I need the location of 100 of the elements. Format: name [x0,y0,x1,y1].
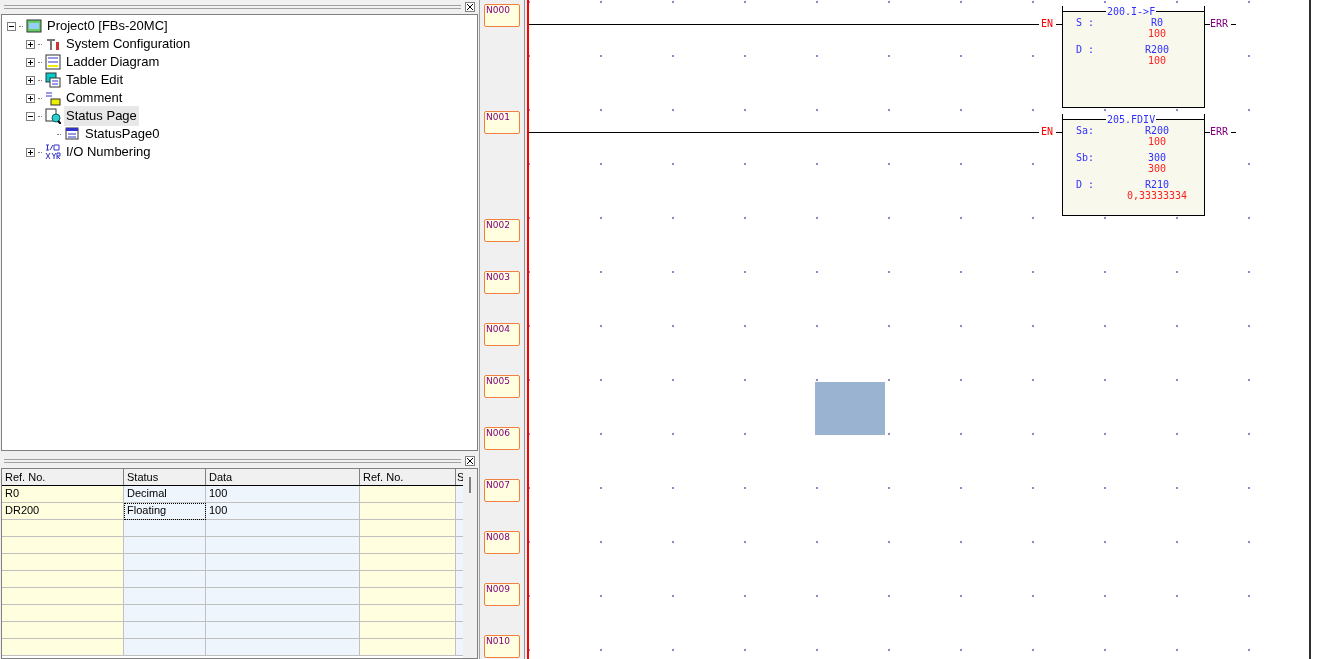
param-value: 0,33333334 [1126,190,1188,201]
table-cell[interactable] [2,520,124,537]
comment-icon [45,90,61,106]
expander-icon[interactable] [26,147,35,157]
network-label[interactable]: N004 [484,323,520,346]
function-block[interactable]: 205.FDIV Sa: R200 100 Sb: 300 300 D : R210 0,33333334 [1062,114,1205,216]
tree-item[interactable]: StatusPage0 [83,124,162,144]
table-cell[interactable] [206,605,360,622]
network-label[interactable]: N010 [484,635,520,658]
param-reference: 300 [1147,152,1167,163]
table-cell[interactable] [360,571,456,588]
param-reference: R210 [1144,179,1170,190]
tree-item[interactable]: Ladder Diagram [64,52,162,72]
table-cell[interactable] [206,639,360,656]
table-cell[interactable]: Floating [124,503,206,520]
block-title: 200.I->F [1106,6,1157,17]
project-icon [26,18,42,34]
table-cell[interactable] [2,622,124,639]
table-cell[interactable] [206,571,360,588]
tools-icon [45,36,61,52]
table-cell[interactable] [360,639,456,656]
scrollbar[interactable] [463,469,477,658]
tree-item[interactable]: I/O Numbering [64,142,153,162]
table-cell[interactable] [206,537,360,554]
table-cell[interactable]: 100 [206,503,360,520]
tree-item[interactable]: Comment [64,88,125,108]
table-cell[interactable] [124,622,206,639]
network-label[interactable]: N009 [484,583,520,606]
table-cell[interactable] [456,605,463,622]
table-cell[interactable] [206,588,360,605]
input-label: EN [1041,18,1054,30]
tree-item[interactable]: System Configuration [64,34,193,54]
table-cell[interactable] [456,639,463,656]
network-label[interactable]: N005 [484,375,520,398]
table-cell[interactable]: 100 [206,486,360,503]
table-cell[interactable] [456,503,463,520]
network-label[interactable]: N006 [484,427,520,450]
table-cell[interactable] [124,554,206,571]
table-cell[interactable] [206,520,360,537]
table-cell[interactable] [124,588,206,605]
table-cell[interactable] [360,520,456,537]
close-button[interactable] [465,456,475,466]
column-header[interactable]: Status [124,469,206,485]
expander-icon[interactable] [7,21,16,31]
table-cell[interactable] [360,622,456,639]
table-cell[interactable] [124,537,206,554]
io-icon [45,144,61,160]
param-value: 300 [1147,163,1167,174]
close-button[interactable] [465,2,475,12]
table-cell[interactable] [124,605,206,622]
ladder-icon [45,54,61,70]
table-cell[interactable] [360,503,456,520]
table-cell[interactable] [360,605,456,622]
table-cell[interactable] [124,639,206,656]
table-cell[interactable] [456,571,463,588]
table-cell[interactable]: Decimal [124,486,206,503]
table-cell[interactable] [456,537,463,554]
param-value: 100 [1147,136,1167,147]
table-cell[interactable]: R0 [2,486,124,503]
table-cell[interactable] [2,588,124,605]
column-header[interactable]: Data [206,469,360,485]
table-cell[interactable] [456,554,463,571]
expander-icon[interactable] [26,39,35,49]
column-header[interactable]: Ref. No. [2,469,124,485]
table-cell[interactable] [2,554,124,571]
table-cell[interactable] [2,537,124,554]
network-label[interactable]: N008 [484,531,520,554]
network-label[interactable]: N003 [484,271,520,294]
expander-icon[interactable] [26,57,35,67]
block-title: 205.FDIV [1106,114,1157,125]
table-cell[interactable] [360,537,456,554]
network-label[interactable]: N000 [484,4,520,27]
table-cell[interactable] [360,554,456,571]
column-header[interactable]: Ref. No. [360,469,456,485]
table-cell[interactable] [206,622,360,639]
function-block[interactable]: 200.I->F S : R0 100 D : R200 100 [1062,6,1205,108]
table-cell[interactable] [360,486,456,503]
tree-item[interactable]: Table Edit [64,70,126,90]
network-label[interactable]: N007 [484,479,520,502]
expander-icon[interactable] [26,93,35,103]
table-cell[interactable] [456,486,463,503]
table-cell[interactable] [360,588,456,605]
table-cell[interactable] [456,622,463,639]
table-cell[interactable]: DR200 [2,503,124,520]
table-cell[interactable] [206,554,360,571]
table-cell[interactable] [124,571,206,588]
table-cell[interactable] [2,605,124,622]
tree-item[interactable]: Project0 [FBs-20MC] [45,16,170,36]
tree-item[interactable]: Status Page [64,106,139,126]
network-label[interactable]: N002 [484,219,520,242]
table-cell[interactable] [2,639,124,656]
table-cell[interactable] [456,520,463,537]
table-cell[interactable] [2,571,124,588]
expander-icon[interactable] [26,75,35,85]
network-label[interactable]: N001 [484,111,520,134]
column-header[interactable]: S [456,469,463,485]
table-cell[interactable] [456,588,463,605]
param-label: D : [1076,44,1096,57]
table-cell[interactable] [124,520,206,537]
expander-icon[interactable] [26,111,35,121]
